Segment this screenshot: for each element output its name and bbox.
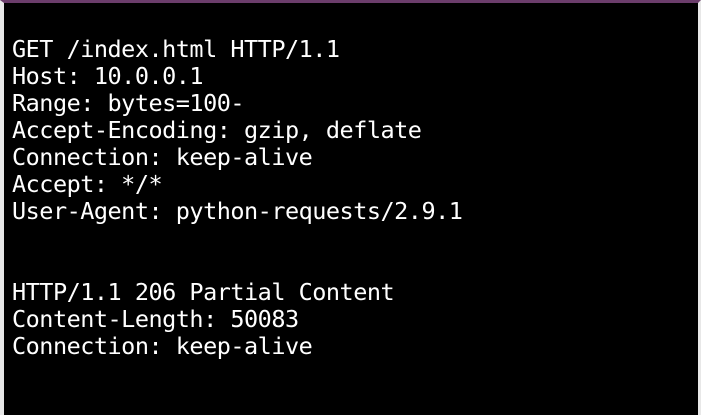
- content-length-header: Content-Length: 50083: [12, 305, 299, 333]
- request-line: GET /index.html HTTP/1.1: [12, 35, 340, 63]
- accept-header: Accept: */*: [12, 170, 163, 198]
- accept-encoding-header: Accept-Encoding: gzip, deflate: [12, 116, 422, 144]
- response-connection-header: Connection: keep-alive: [12, 332, 313, 360]
- terminal-window: GET /index.html HTTP/1.1 Host: 10.0.0.1 …: [0, 0, 701, 415]
- user-agent-header: User-Agent: python-requests/2.9.1: [12, 197, 463, 225]
- host-header: Host: 10.0.0.1: [12, 62, 204, 90]
- range-header: Range: bytes=100-: [12, 89, 245, 117]
- connection-header: Connection: keep-alive: [12, 143, 313, 171]
- terminal-output: GET /index.html HTTP/1.1 Host: 10.0.0.1 …: [12, 36, 698, 415]
- response-status-line: HTTP/1.1 206 Partial Content: [12, 278, 395, 306]
